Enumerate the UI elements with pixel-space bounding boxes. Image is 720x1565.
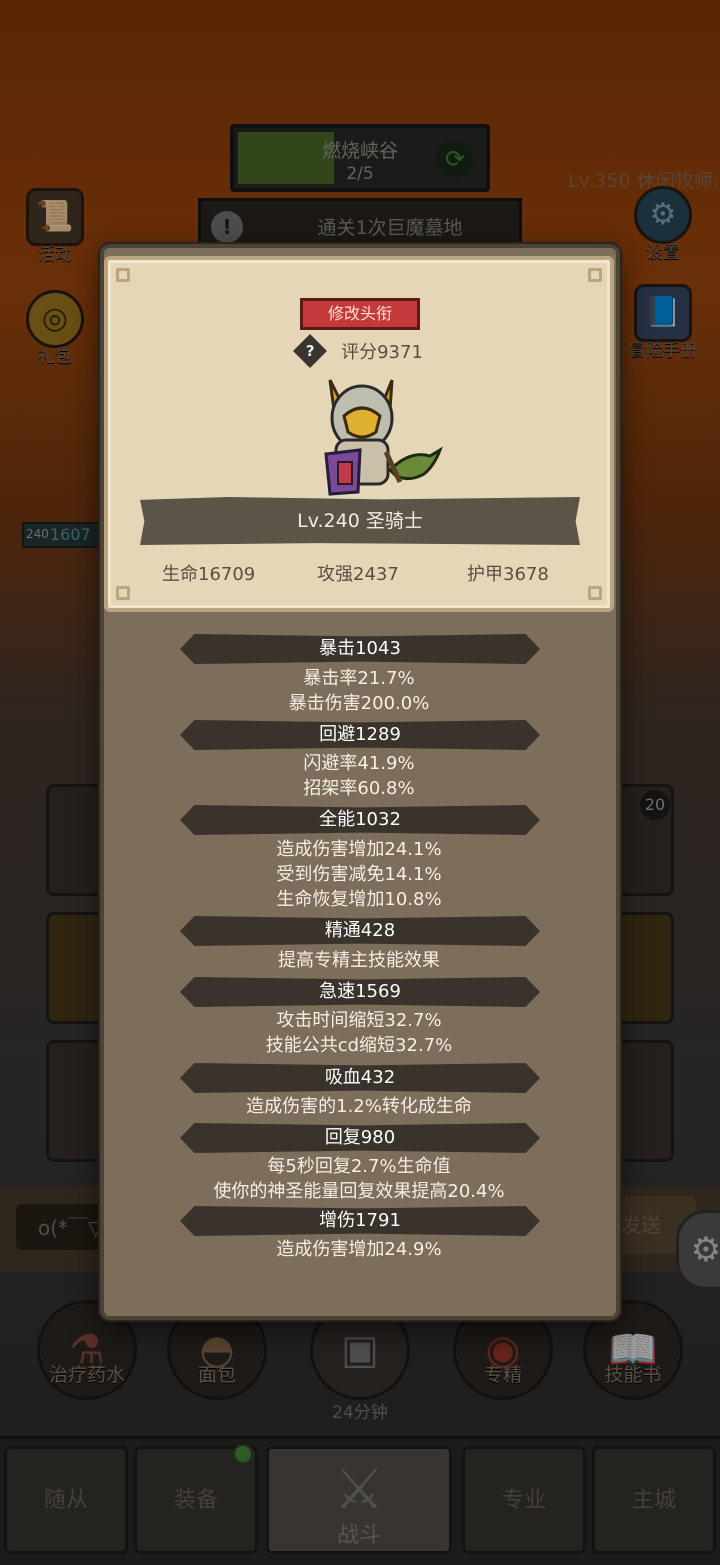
chest-timer: 24分钟: [332, 1403, 388, 1423]
tab-battle[interactable]: ⚔ 战斗: [266, 1446, 452, 1554]
hp-tag-value: 1607: [50, 525, 91, 544]
score-text: 评分9371: [341, 342, 423, 363]
equip-card[interactable]: [46, 1040, 106, 1162]
exclamation-icon: !: [211, 211, 243, 243]
stat-line: 闪避率41.9%: [303, 753, 415, 774]
stat-header-avoidance: 回避1289: [180, 720, 540, 750]
stat-line: 造成伤害增加24.9%: [276, 1239, 442, 1260]
hp-tag: 240 1607: [22, 522, 100, 548]
stat-line: 暴击伤害200.0%: [288, 693, 430, 714]
notification-dot: [233, 1444, 253, 1464]
stat-line: 受到伤害减免14.1%: [276, 864, 442, 885]
stat-header-leech: 吸血432: [180, 1063, 540, 1093]
paladin-avatar: [324, 379, 443, 496]
attack-stat: 攻强2437: [317, 564, 399, 585]
main-stats-row: 生命16709 攻强2437 护甲3678: [104, 560, 614, 590]
skill-book-label: 技能书: [604, 1364, 662, 1386]
stat-header-damage-bonus: 增伤1791: [180, 1206, 540, 1236]
stat-header-recovery: 回复980: [180, 1123, 540, 1153]
gift-label: 礼包: [38, 347, 72, 367]
gift-button[interactable]: ◎ 礼包: [10, 290, 100, 367]
stat-line: 技能公共cd缩短32.7%: [265, 1035, 453, 1056]
tab-battle-label: 战斗: [336, 1523, 381, 1548]
adventure-manual-label: 冒险手册: [629, 341, 697, 361]
adventure-manual-button[interactable]: 📘 冒险手册: [618, 284, 708, 361]
stat-line: 使你的神圣能量回复效果提高20.4%: [213, 1181, 505, 1202]
stat-line: 提高专精主技能效果: [278, 950, 440, 971]
potion-label: 治疗药水: [48, 1364, 125, 1386]
equip-card[interactable]: [46, 784, 106, 896]
armor-stat: 护甲3678: [467, 564, 549, 585]
tab-profession[interactable]: 专业: [462, 1446, 586, 1554]
tab-main-city[interactable]: 主城: [592, 1446, 716, 1554]
activity-label: 活动: [38, 245, 72, 265]
activity-button[interactable]: 📜 活动: [10, 188, 100, 265]
book-icon: 📘: [634, 284, 692, 342]
stage-box: 燃烧峡谷 2/5 ⟳: [230, 124, 490, 192]
settings-button[interactable]: ⚙ 设置: [618, 186, 708, 263]
coin-icon: ◎: [26, 290, 84, 348]
score-row: ? 评分9371: [293, 334, 423, 368]
equip-card[interactable]: [614, 912, 674, 1024]
stat-line: 攻击时间缩短32.7%: [276, 1010, 442, 1031]
help-icon[interactable]: ?: [293, 334, 327, 368]
stat-header-versatility: 全能1032: [180, 805, 540, 835]
hp-tag-level: 240: [26, 527, 49, 541]
equip-card[interactable]: [46, 912, 106, 1024]
class-title-banner: Lv.240 圣骑士: [140, 497, 580, 545]
bread-label: 面包: [197, 1364, 236, 1386]
stat-header-mastery: 精通428: [180, 916, 540, 946]
crossed-swords-icon: ⚔: [333, 1457, 385, 1522]
gear-icon: ⚙: [634, 186, 692, 244]
stat-line: 招架率60.8%: [303, 778, 415, 799]
rename-title-button[interactable]: 修改头衔: [300, 298, 420, 330]
equip-card[interactable]: [614, 1040, 674, 1162]
scroll-icon: 📜: [26, 188, 84, 246]
hp-stat: 生命16709: [162, 564, 256, 585]
gear-icon[interactable]: ⚙: [676, 1210, 720, 1290]
stat-line: 造成伤害的1.2%转化成生命: [246, 1096, 472, 1117]
stat-header-haste: 急速1569: [180, 977, 540, 1007]
corner-ornament: [588, 268, 602, 282]
stat-line: 造成伤害增加24.1%: [276, 839, 442, 860]
stat-line: 暴击率21.7%: [303, 668, 415, 689]
count-badge: 20: [640, 790, 670, 820]
specialty-label: 专精: [483, 1364, 522, 1386]
tab-followers[interactable]: 随从: [4, 1446, 128, 1554]
stat-header-crit: 暴击1043: [180, 634, 540, 664]
stat-line: 每5秒回复2.7%生命值: [267, 1156, 451, 1177]
quest-text: 通关1次巨魔墓地: [317, 217, 463, 239]
settings-label: 设置: [646, 243, 680, 263]
stat-line: 生命恢复增加10.8%: [276, 889, 442, 910]
quest-bar[interactable]: ! 通关1次巨魔墓地: [198, 198, 522, 250]
corner-ornament: [116, 268, 130, 282]
refresh-icon[interactable]: ⟳: [436, 140, 474, 178]
